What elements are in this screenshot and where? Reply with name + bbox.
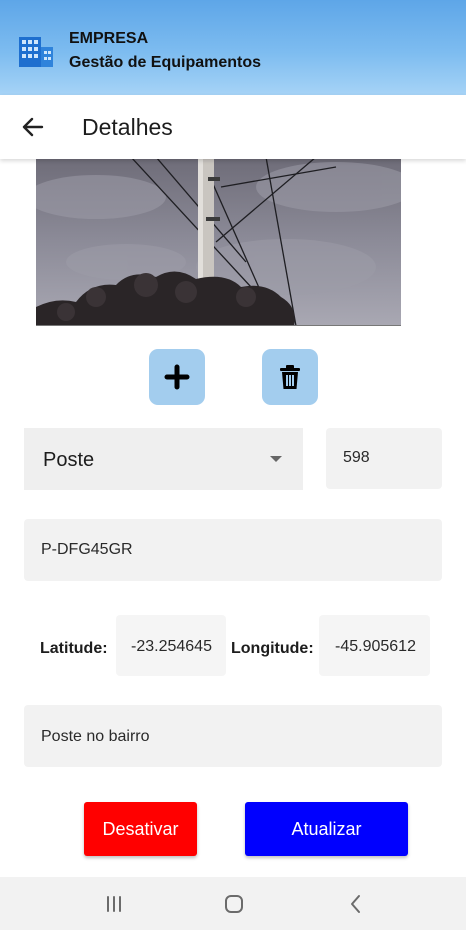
equipment-number-field[interactable]: 598 xyxy=(326,428,442,489)
app-header: EMPRESA Gestão de Equipamentos xyxy=(0,0,466,95)
update-button[interactable]: Atualizar xyxy=(245,802,408,856)
longitude-value: -45.905612 xyxy=(335,638,416,655)
deactivate-button[interactable]: Desativar xyxy=(84,802,197,856)
system-navigation-bar xyxy=(0,877,466,930)
building-icon xyxy=(17,35,55,69)
chevron-down-icon xyxy=(270,456,282,462)
description-value: Poste no bairro xyxy=(41,728,150,745)
plus-icon xyxy=(164,364,190,390)
app-subtitle: Gestão de Equipamentos xyxy=(69,54,262,71)
description-field[interactable]: Poste no bairro xyxy=(24,705,442,767)
equipment-number-value: 598 xyxy=(343,449,370,466)
details-scroll-area[interactable]: Poste 598 P-DFG45GR Latitude: -23.254645… xyxy=(0,159,466,877)
equipment-photo xyxy=(36,159,401,326)
latitude-field[interactable]: -23.254645 xyxy=(116,615,226,676)
latitude-label: Latitude: xyxy=(40,640,108,657)
arrow-left-icon[interactable] xyxy=(18,113,48,141)
page-title: Detalhes xyxy=(82,114,173,140)
add-photo-button[interactable] xyxy=(149,349,205,405)
toolbar: Detalhes xyxy=(0,95,466,159)
equipment-code-value: P-DFG45GR xyxy=(41,541,133,558)
equipment-type-value: Poste xyxy=(43,449,95,471)
chevron-left-icon[interactable] xyxy=(343,891,369,917)
recents-icon[interactable] xyxy=(101,891,127,917)
delete-photo-button[interactable] xyxy=(262,349,318,405)
home-icon[interactable] xyxy=(221,891,247,917)
latitude-value: -23.254645 xyxy=(131,638,212,655)
equipment-code-field[interactable]: P-DFG45GR xyxy=(24,519,442,581)
longitude-label: Longitude: xyxy=(231,640,314,657)
longitude-field[interactable]: -45.905612 xyxy=(319,615,430,676)
equipment-type-select[interactable]: Poste xyxy=(24,428,303,490)
trash-icon xyxy=(280,365,300,389)
company-name: EMPRESA xyxy=(69,30,149,47)
